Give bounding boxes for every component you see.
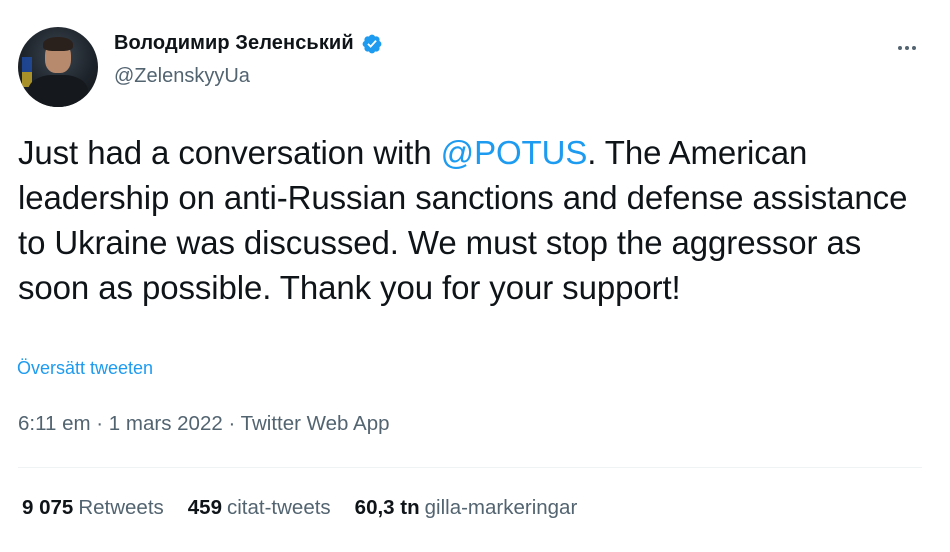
- verified-badge-icon: [361, 33, 383, 55]
- retweets-count: 9 075: [22, 496, 74, 519]
- likes-label: gilla-markeringar: [424, 496, 578, 519]
- tweet-date[interactable]: 1 mars 2022: [109, 412, 223, 435]
- meta-separator: ·: [228, 412, 236, 435]
- translate-tweet-link[interactable]: Översätt tweeten: [17, 358, 153, 379]
- tweet-text: Just had a conversation with @POTUS. The…: [18, 130, 933, 310]
- author-handle[interactable]: @ZelenskyyUa: [114, 65, 250, 88]
- tweet-source[interactable]: Twitter Web App: [241, 412, 390, 435]
- meta-separator: ·: [96, 412, 104, 435]
- mention-link[interactable]: @POTUS: [441, 134, 588, 171]
- engagement-stats: 9 075 Retweets 459 citat-tweets 60,3 tn gil…: [22, 496, 577, 520]
- likes-count: 60,3 tn: [354, 496, 420, 519]
- avatar-body: [28, 75, 88, 107]
- quotes-label: citat-tweets: [227, 496, 331, 519]
- tweet-card: Володимир Зеленський @ZelenskyyUa Just h…: [0, 0, 950, 552]
- more-options-icon[interactable]: [889, 30, 925, 66]
- tweet-time[interactable]: 6:11 em: [18, 412, 91, 435]
- divider: [18, 467, 922, 468]
- avatar[interactable]: [18, 27, 98, 107]
- author-display-name[interactable]: Володимир Зеленський: [114, 32, 354, 55]
- quotes-count: 459: [187, 496, 222, 519]
- likes-stat[interactable]: 60,3 tn gilla-markeringar: [355, 496, 578, 520]
- tweet-meta: 6:11 em · 1 mars 2022 · Twitter Web App: [18, 412, 390, 436]
- retweets-label: Retweets: [78, 496, 164, 519]
- avatar-hair: [43, 37, 73, 51]
- author-name-row: Володимир Зеленський: [114, 32, 383, 55]
- quotes-stat[interactable]: 459 citat-tweets: [188, 496, 331, 520]
- retweets-stat[interactable]: 9 075 Retweets: [22, 496, 164, 520]
- tweet-text-part: Just had a conversation with: [18, 134, 441, 171]
